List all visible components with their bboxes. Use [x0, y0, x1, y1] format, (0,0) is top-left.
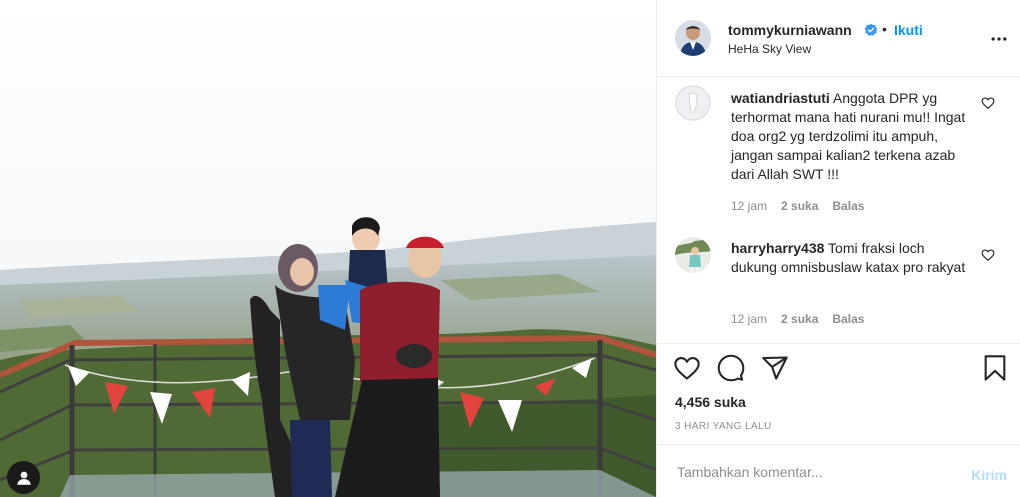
commenter-avatar[interactable] [675, 237, 711, 273]
comment-body: harryharry438 Tomi fraksi loch dukung om… [731, 239, 971, 277]
avatar-image [675, 20, 711, 56]
comment-meta: 12 jam 2 suka Balas [731, 312, 878, 326]
verified-badge-icon [864, 23, 878, 36]
comment-age[interactable]: 12 jam [731, 199, 767, 213]
reply-button[interactable]: Balas [832, 199, 864, 213]
likes-count[interactable]: 4,456 suka [675, 394, 746, 410]
photo-illustration [0, 0, 656, 497]
post-location[interactable]: HeHa Sky View [728, 42, 811, 56]
comments-list[interactable]: watiandriastuti Anggota DPR yg terhormat… [657, 77, 1020, 342]
post-actions: 4,456 suka 3 HARI YANG LALU [657, 343, 1020, 443]
add-comment-bar: Kirim [657, 444, 1020, 497]
header-separator: • [882, 21, 887, 37]
post-side-panel: tommykurniawann • Ikuti HeHa Sky View wa… [656, 0, 1020, 497]
person-icon [16, 471, 31, 485]
author-avatar[interactable] [675, 20, 711, 56]
comment-age[interactable]: 12 jam [731, 312, 767, 326]
tagged-user-icon[interactable] [7, 461, 40, 494]
comment-input[interactable] [675, 459, 959, 485]
comment-likes[interactable]: 2 suka [781, 199, 818, 213]
avatar-image [675, 85, 711, 121]
comment-username[interactable]: harryharry438 [731, 240, 824, 256]
comment-username[interactable]: watiandriastuti [731, 90, 830, 106]
reply-button[interactable]: Balas [832, 312, 864, 326]
post-header: tommykurniawann • Ikuti HeHa Sky View [657, 0, 1020, 77]
comment-body: watiandriastuti Anggota DPR yg terhormat… [731, 89, 971, 184]
post-comment-button[interactable]: Kirim [971, 467, 1007, 483]
commenter-avatar[interactable] [675, 85, 711, 121]
bookmark-icon[interactable] [981, 354, 1009, 382]
post-photo[interactable] [0, 0, 656, 497]
post-timestamp[interactable]: 3 HARI YANG LALU [675, 421, 772, 432]
paper-plane-icon[interactable] [761, 354, 789, 382]
heart-icon[interactable] [673, 354, 701, 382]
comment-icon[interactable] [717, 354, 745, 382]
comment-heart-icon[interactable] [981, 96, 995, 110]
comment-meta: 12 jam 2 suka Balas [731, 199, 878, 213]
avatar-image [675, 237, 711, 273]
comment-heart-icon[interactable] [981, 248, 995, 262]
more-horizontal-icon[interactable] [989, 29, 1009, 49]
author-username[interactable]: tommykurniawann [728, 22, 852, 38]
comment-likes[interactable]: 2 suka [781, 312, 818, 326]
follow-button[interactable]: Ikuti [894, 22, 923, 38]
instagram-post-view: tommykurniawann • Ikuti HeHa Sky View wa… [0, 0, 1020, 497]
